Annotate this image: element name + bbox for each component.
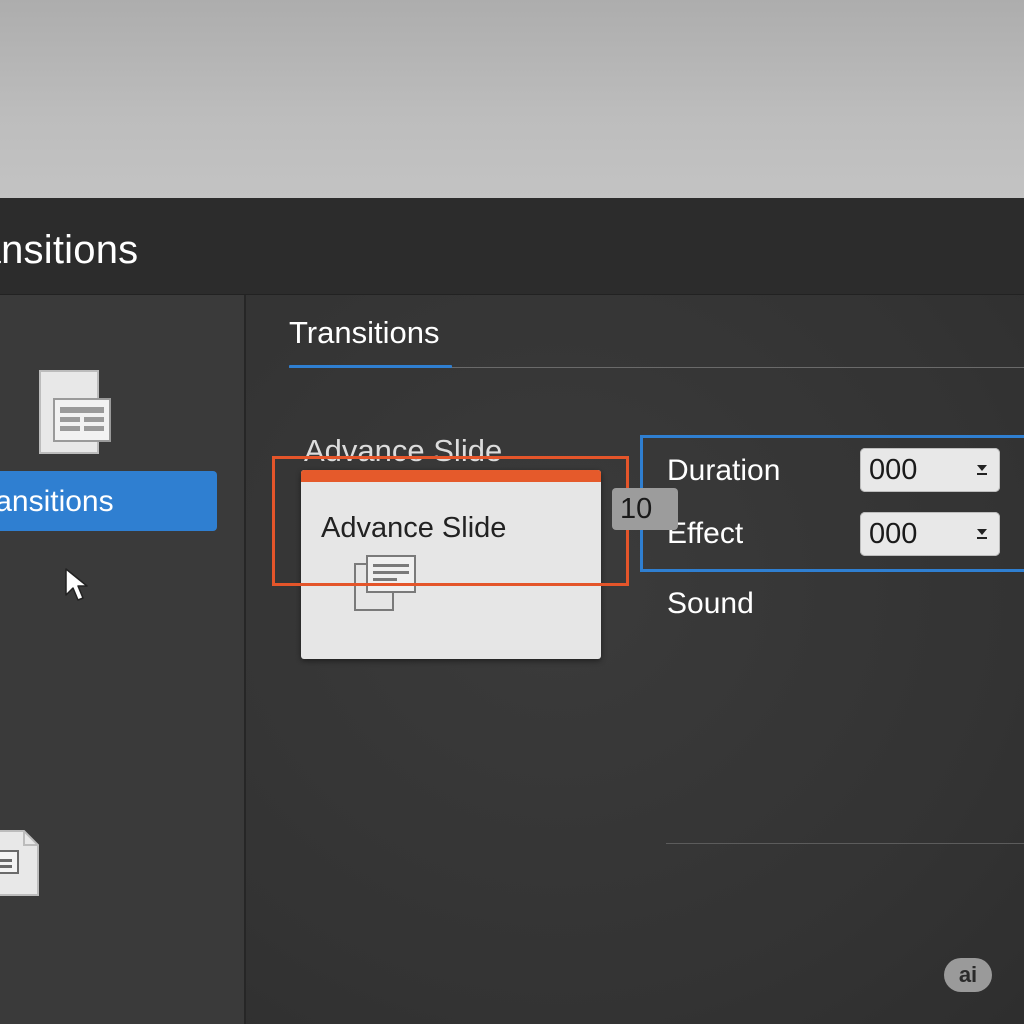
effect-value: 000	[869, 518, 918, 550]
sound-value-field[interactable]: 10	[612, 488, 678, 530]
main-panel: Transitions Advance Slide Advance Slide …	[246, 295, 1024, 1024]
mouse-cursor-icon	[65, 568, 88, 601]
desktop-backdrop	[0, 0, 1024, 198]
effect-dropdown[interactable]: 000	[860, 512, 1000, 556]
ai-badge: ai	[944, 958, 992, 992]
chevron-down-icon	[977, 529, 987, 539]
effect-label: Effect	[667, 517, 744, 550]
sound-value: 10	[620, 493, 653, 525]
sidebar: Transitions	[0, 295, 246, 1024]
document-icon[interactable]	[38, 369, 112, 455]
duration-dropdown[interactable]: 000	[860, 448, 1000, 492]
title-bar: Transitions	[0, 198, 1024, 295]
sidebar-item-transitions[interactable]: Transitions	[0, 471, 217, 531]
window-title: Transitions	[0, 228, 139, 272]
duration-label: Duration	[667, 454, 781, 487]
sidebar-item-label: Transitions	[0, 485, 114, 518]
chevron-down-icon	[977, 465, 987, 475]
orange-highlight-box	[272, 456, 629, 586]
duration-value: 000	[869, 454, 918, 486]
active-tab-indicator	[289, 365, 452, 368]
sound-label: Sound	[667, 587, 754, 620]
tab-transitions[interactable]: Transitions	[289, 315, 439, 351]
properties-divider	[666, 843, 1024, 844]
transitions-window: Transitions Transitions Transitions	[0, 198, 1024, 1024]
document-icon[interactable]	[0, 829, 42, 897]
